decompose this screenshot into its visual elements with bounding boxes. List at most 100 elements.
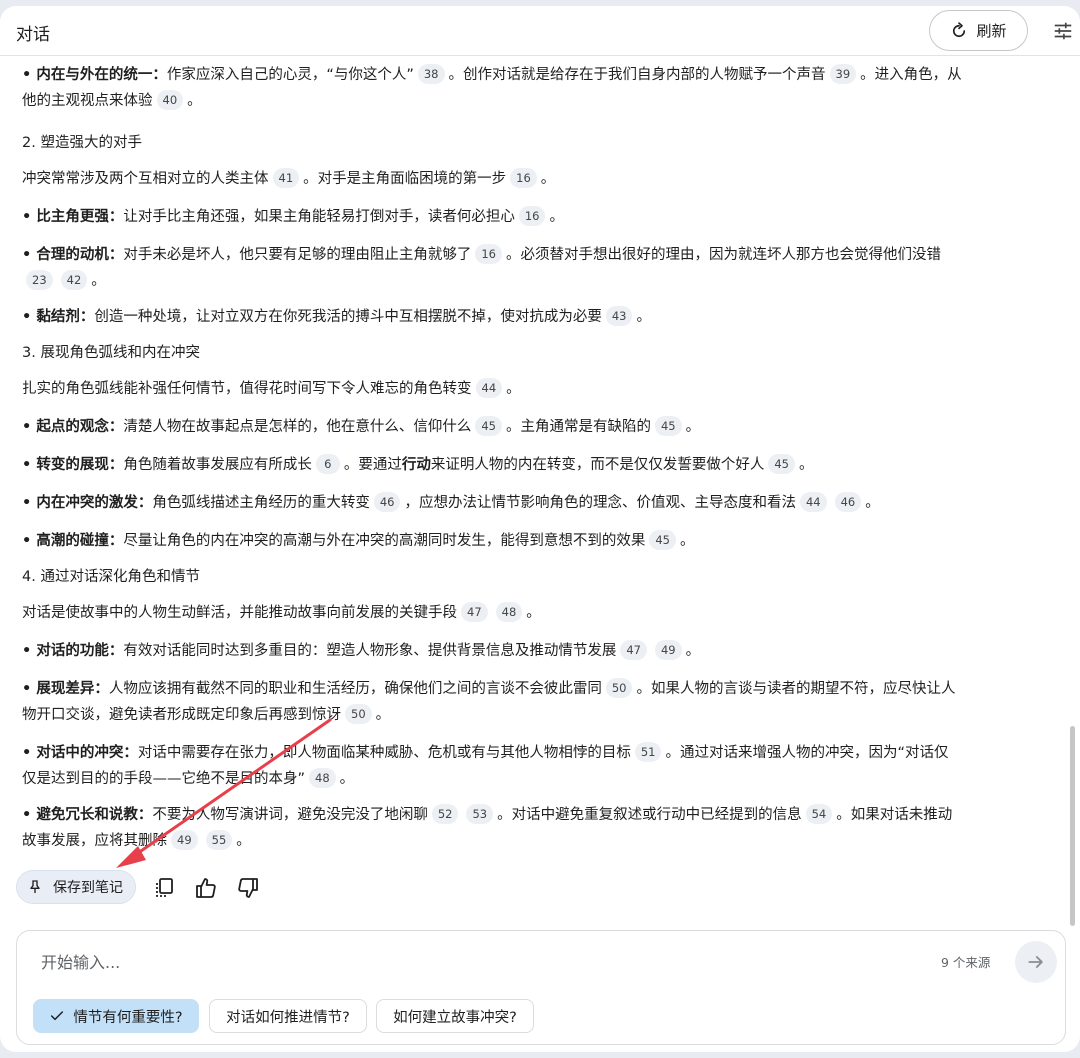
chip-label: 对话如何推进情节? [226,1009,350,1026]
bullet-text: 。 [236,833,251,849]
bullet-inner-outer: • 内在与外在的统一：作家应深入自己的心灵，“与你这个人” 38 。创作对话就是给存… [22,62,962,114]
citation-chip[interactable]: 48 [309,768,336,788]
citation-chip[interactable]: 44 [475,378,503,398]
section-heading: 3. 展现角色弧线和内在冲突 [22,345,200,361]
bullet-text: 。 [375,707,391,723]
citation-chip[interactable]: 44 [799,492,827,512]
citation-chip[interactable]: 46 [834,492,862,512]
bullet-heading: • 内在与外在的统一： [22,67,167,83]
chip-label: 情节有何重要性? [73,1009,183,1026]
bullet-text: 。 [679,533,695,549]
citation-chip[interactable]: 50 [605,678,633,698]
bullet-heading: • 对话中的冲突： [22,745,138,761]
bullet-difference: • 展现差异：人物应该拥有截然不同的职业和生活经历，确保他们之间的言谈不会彼此雷… [22,676,962,728]
citation-chip[interactable]: 23 [26,270,53,290]
bullet-heading: • 内在冲突的激发： [22,495,153,511]
bullet-text: 。 [91,273,106,289]
bullet-text: 。 [685,643,701,659]
bullet-avoid-verbose: • 避免冗长和说教：不要为人物写演讲词，避免没完没了地闲聊 52 53 。对话中避免重… [22,802,962,854]
bullet-text: 对手未必是坏人，他只要有足够的理由阻止主角就够了 [123,247,472,263]
citation-chip[interactable]: 45 [475,416,502,436]
paragraph-text: 。对手是主角面临困境的第一步 [303,171,507,187]
bullet-dialogue-conflict: • 对话中的冲突：对话中需要存在张力，即人物面临某种威胁、危机或有与其他人物相悖… [22,740,962,792]
citation-chip[interactable]: 41 [272,168,300,188]
bullet-heading: • 展现差异： [22,681,109,697]
chat-input[interactable] [41,949,901,975]
citation-chip[interactable]: 48 [495,602,523,622]
bullet-starting-view: • 起点的观念：清楚人物在故事起点是怎样的，他在意什么、信仰什么 45 。主角通常是… [22,414,962,440]
chip-label: 如何建立故事冲突? [393,1009,517,1026]
bullet-heading: • 对话的功能： [22,643,124,659]
bullet-text: 。对话中避免重复叙述或行动中已经提到的信息 [497,807,802,823]
bullet-heading: • 转变的展现： [22,457,124,473]
citation-chip[interactable]: 47 [620,640,647,660]
bullet-stronger: • 比主角更强：让对手比主角还强，如果主角能轻易打倒对手，读者何必担心 16。 [22,204,962,230]
citation-chip[interactable]: 43 [605,306,633,326]
citation-chip[interactable]: 54 [805,804,833,824]
sources-count: 9 个来源 [941,955,991,970]
citation-chip[interactable]: 46 [373,492,401,512]
bullet-text: 。要通过 [343,457,402,473]
bullet-text: 。 [636,309,651,325]
refresh-label: 刷新 [976,22,1007,40]
paragraph-text: 。 [540,171,556,187]
bullet-text: 。 [549,209,564,225]
section-heading: 2. 塑造强大的对手 [22,135,142,151]
message-composer: 9 个来源 情节有何重要性? 对话如何推进情节? 如何建立故事冲突? [16,930,1066,1045]
save-to-notes-button[interactable]: 保存到笔记 [16,870,136,904]
citation-chip[interactable]: 45 [768,454,795,474]
paragraph: 扎实的角色弧线能补强任何情节，值得花时间写下令人难忘的角色转变 44。 [22,376,962,402]
citation-chip[interactable]: 16 [518,206,546,226]
check-icon [51,1011,64,1021]
suggestion-chip-plot-importance[interactable]: 情节有何重要性? [33,999,199,1033]
suggestion-chip-dialogue-plot[interactable]: 对话如何推进情节? [209,999,367,1033]
send-button[interactable] [1015,941,1057,983]
thumbs-down-icon[interactable] [236,876,260,900]
citation-chip[interactable]: 55 [205,830,233,850]
citation-chip[interactable]: 51 [634,742,662,762]
citation-chip[interactable]: 40 [156,90,184,110]
refresh-icon [953,21,966,37]
citation-chip[interactable]: 50 [345,704,372,724]
pin-icon [30,880,40,893]
citation-chip[interactable]: 39 [829,64,857,84]
citation-chip[interactable]: 45 [649,530,676,550]
refresh-button[interactable]: 刷新 [929,10,1028,51]
citation-chip[interactable]: 49 [654,640,682,660]
suggestion-chip-story-conflict[interactable]: 如何建立故事冲突? [376,999,534,1033]
bullet-text: 。创作对话就是给存在于我们自身内部的人物赋予一个声音 [448,67,826,83]
copy-icon[interactable] [152,876,176,900]
bold-inline: 行动 [401,457,431,473]
save-to-notes-label: 保存到笔记 [53,880,123,896]
bullet-text: 对话中需要存在张力，即人物面临某种威胁、危机或有与其他人物相悖的目标 [137,745,631,761]
paragraph-text: 冲突常常涉及两个互相对立的人类主体 [22,171,269,187]
citation-chip[interactable]: 16 [475,244,502,264]
arrow-right-icon [1028,956,1043,968]
citation-chip[interactable]: 42 [60,270,88,290]
citation-chip[interactable]: 6 [315,454,340,474]
bullet-heading: • 高潮的碰撞： [22,533,124,549]
bullet-text: 。 [187,93,202,109]
citation-chip[interactable]: 16 [510,168,537,188]
citation-chip[interactable]: 45 [654,416,682,436]
citation-chip[interactable]: 49 [171,830,198,850]
citation-chip[interactable]: 38 [417,64,445,84]
citation-chip[interactable]: 47 [461,602,488,622]
bullet-heading: • 比主角更强： [22,209,124,225]
bullet-text: 让对手比主角还强，如果主角能轻易打倒对手，读者何必担心 [123,209,515,225]
thumbs-up-icon[interactable] [194,876,218,900]
bullet-text: 。 [865,495,880,511]
bullet-inner-conflict: • 内在冲突的激发：角色弧线描述主角经历的重大转变 46 ，应想办法让情节影响角色的… [22,490,962,516]
tune-settings-icon[interactable] [1052,20,1074,42]
scrollbar-thumb[interactable] [1070,726,1075,926]
bullet-text: 清楚人物在故事起点是怎样的，他在意什么、信仰什么 [123,419,472,435]
bullet-text: 。 [798,457,814,473]
bullet-climax: • 高潮的碰撞：尽量让角色的内在冲突的高潮与外在冲突的高潮同时发生，能得到意想不… [22,528,962,554]
chat-header: 对话 刷新 [0,6,1080,56]
response-content: • 内在与外在的统一：作家应深入自己的心灵，“与你这个人” 38 。创作对话就是给存… [22,56,962,872]
paragraph-text: 扎实的角色弧线能补强任何情节，值得花时间写下令人难忘的角色转变 [22,381,472,397]
citation-chip[interactable]: 52 [431,804,459,824]
citation-chip[interactable]: 53 [466,804,494,824]
bullet-text: 来证明人物的内在转变，而不是仅仅发誓要做个好人 [430,457,765,473]
chat-panel: 对话 刷新 • 内在与外在的统一：作家应深入自己的心灵，“与你这个人” 38 。创作… [0,6,1080,1052]
